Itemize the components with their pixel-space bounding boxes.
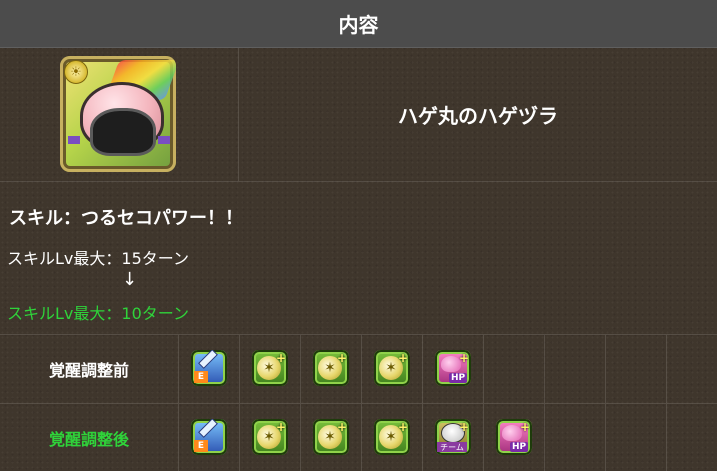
extend-tag: E — [194, 371, 208, 383]
sword-icon — [199, 419, 217, 437]
awakening-label-before: 覚醒調整前 — [0, 335, 179, 403]
awakening-cell: ✶ + — [301, 404, 362, 471]
band-right-icon — [158, 136, 170, 144]
visor-icon — [90, 108, 156, 156]
plus-icon: + — [336, 351, 347, 365]
skill-level-after: スキルLv最大：10ターン — [7, 304, 189, 323]
bind-resist-plus-icon: ✶ + — [252, 350, 288, 386]
awakening-cell: + HP — [484, 404, 545, 471]
awakening-cell: E — [179, 335, 240, 403]
bind-resist-plus-icon: ✶ + — [313, 350, 349, 386]
skill-title: スキル：つるセコパワー！！ — [9, 208, 243, 229]
awakening-cell: ✶ + — [240, 404, 301, 471]
awakening-cell-empty — [545, 335, 606, 403]
plus-icon: + — [519, 420, 530, 434]
skill-level-before: スキルLv最大：15ターン — [7, 249, 189, 268]
bind-resist-plus-icon: ✶ + — [252, 419, 288, 455]
extend-time-icon: E — [191, 419, 227, 455]
awakening-cell: + チーム — [423, 404, 484, 471]
band-left-icon — [68, 136, 80, 144]
hp-tag: HP — [449, 373, 468, 383]
awakening-cell-empty — [545, 404, 606, 471]
awakening-cell: ✶ + — [362, 335, 423, 403]
awakening-table: 覚醒調整前 E ✶ + ✶ + ✶ + + HP 覚醒調整後 E ✶ + ✶ +… — [0, 334, 717, 471]
sword-icon — [199, 350, 217, 368]
awakening-cell-empty — [606, 404, 667, 471]
awakening-cell: ✶ + — [362, 404, 423, 471]
plus-icon: + — [458, 420, 469, 434]
skill-icon: ☀ — [60, 56, 176, 172]
bind-resist-plus-icon: ✶ + — [313, 419, 349, 455]
skill-detail-panel: 内容 ☀ ハゲ丸のハゲヅラ スキル：つるセコパワー！！ スキルLv最大：15ター… — [0, 0, 717, 471]
bind-resist-plus-icon: ✶ + — [374, 419, 410, 455]
sun-badge-icon: ☀ — [64, 60, 88, 84]
section-header: 内容 — [0, 0, 717, 48]
awakening-row-after: 覚醒調整後 E ✶ + ✶ + ✶ + + チーム + HP — [0, 404, 717, 471]
hp-plus-icon: + HP — [496, 419, 532, 455]
awakening-cell: ✶ + — [301, 335, 362, 403]
plus-icon: + — [458, 351, 469, 365]
plus-icon: + — [397, 351, 408, 365]
plus-icon: + — [275, 351, 286, 365]
awakening-row-before: 覚醒調整前 E ✶ + ✶ + ✶ + + HP — [0, 335, 717, 404]
hp-tag: HP — [510, 442, 529, 452]
bind-resist-plus-icon: ✶ + — [374, 350, 410, 386]
awakening-cell: + HP — [423, 335, 484, 403]
down-arrow: ↓ — [122, 269, 138, 290]
awakening-cell-empty — [667, 335, 717, 403]
section-title: 内容 — [338, 13, 379, 37]
plus-icon: + — [397, 420, 408, 434]
awakening-cell: E — [179, 404, 240, 471]
extend-tag: E — [194, 440, 208, 452]
awakening-label-after: 覚醒調整後 — [0, 404, 179, 471]
team-bind-resist-icon: + チーム — [435, 419, 471, 455]
skill-summary-row: ☀ ハゲ丸のハゲヅラ — [0, 48, 717, 182]
plus-icon: + — [275, 420, 286, 434]
skill-name: ハゲ丸のハゲヅラ — [398, 104, 558, 128]
skill-icon-cell: ☀ — [0, 48, 239, 181]
awakening-cell-empty — [484, 335, 545, 403]
extend-time-icon: E — [191, 350, 227, 386]
hp-plus-icon: + HP — [435, 350, 471, 386]
team-tag: チーム — [437, 442, 467, 452]
awakening-cell-empty — [667, 404, 717, 471]
plus-icon: + — [336, 420, 347, 434]
awakening-cell: ✶ + — [240, 335, 301, 403]
awakening-cell-empty — [606, 335, 667, 403]
